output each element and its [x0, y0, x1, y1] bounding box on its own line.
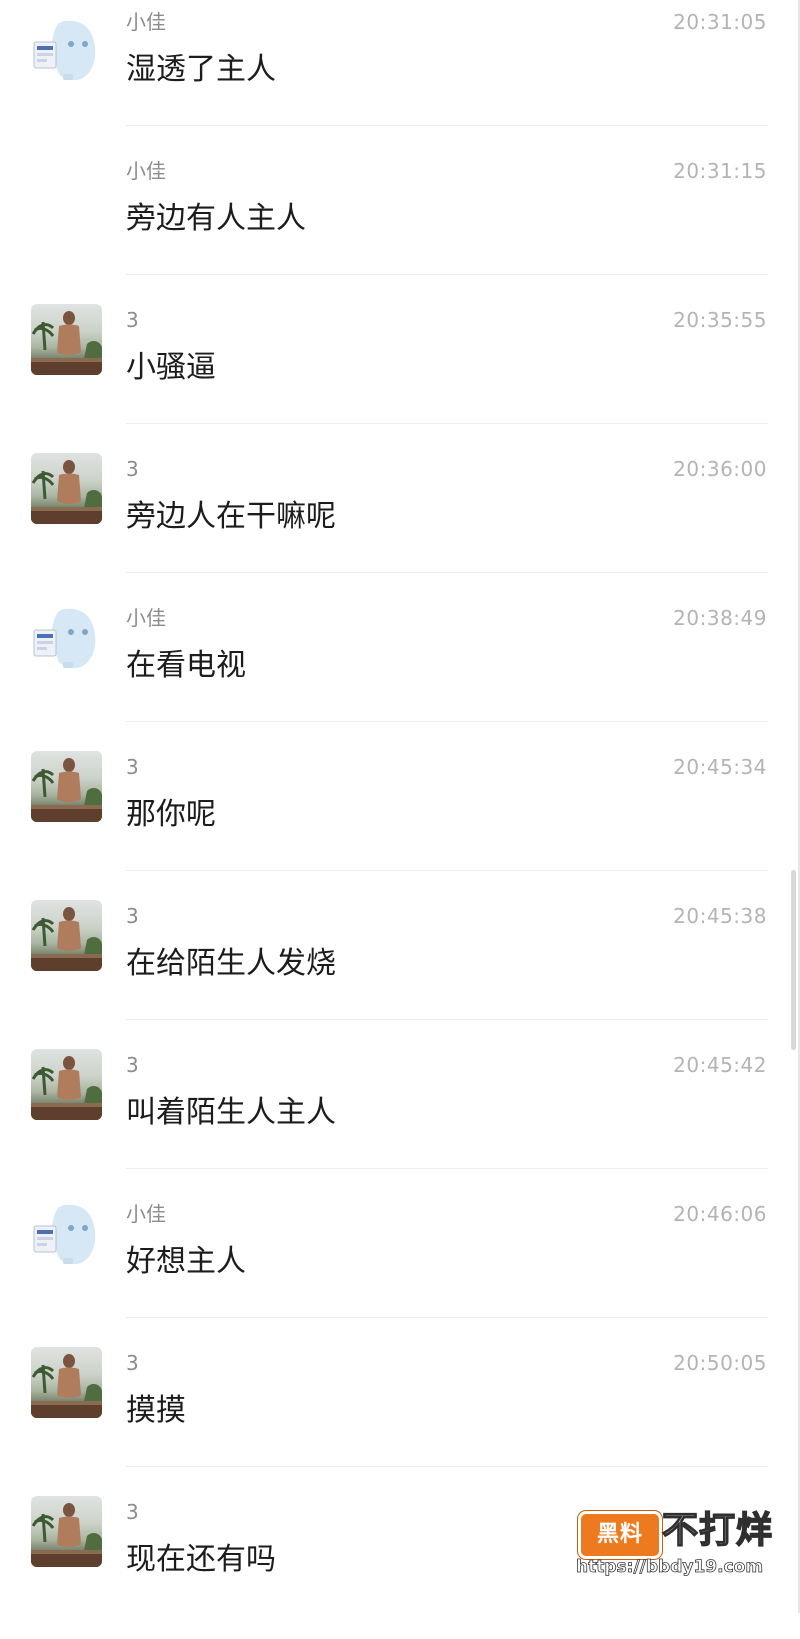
message-text[interactable]: 旁边有人主人 [126, 201, 306, 237]
message-text[interactable]: 旁边人在干嘛呢 [126, 499, 336, 535]
sender-name: 3 [126, 1351, 139, 1375]
sender-avatar[interactable] [31, 602, 102, 673]
divider [126, 1317, 768, 1318]
sender-name: 3 [126, 755, 139, 779]
sender-avatar[interactable] [31, 1347, 102, 1418]
message-timestamp: 20:45:38 [673, 904, 767, 928]
sender-name: 3 [126, 1500, 139, 1524]
message-timestamp: 20:31:05 [673, 10, 767, 34]
message-item[interactable]: 3 20:45:42 叫着陌生人主人 [0, 1043, 798, 1192]
message-timestamp: 20:45:42 [673, 1053, 767, 1077]
sender-avatar[interactable] [31, 1049, 102, 1120]
sender-avatar[interactable] [31, 751, 102, 822]
message-item[interactable]: 小佳 20:46:06 好想主人 [0, 1192, 798, 1341]
divider [126, 423, 768, 424]
message-timestamp: 20:45:34 [673, 755, 767, 779]
message-text[interactable]: 摸摸 [126, 1393, 186, 1429]
sender-name: 小佳 [126, 606, 166, 630]
sender-avatar[interactable] [31, 900, 102, 971]
chat-history-list[interactable]: 小佳 20:31:05 湿透了主人 小佳 20:31:15 旁边有人主人 3 2… [0, 0, 798, 1613]
message-text[interactable]: 叫着陌生人主人 [126, 1095, 336, 1131]
sender-avatar[interactable] [31, 304, 102, 375]
message-item[interactable]: 3 20:36:00 旁边人在干嘛呢 [0, 447, 798, 596]
divider [126, 1168, 768, 1169]
message-item[interactable]: 小佳 20:38:49 在看电视 [0, 596, 798, 745]
message-text[interactable]: 湿透了主人 [126, 52, 276, 88]
sender-avatar[interactable] [31, 1496, 102, 1567]
divider [126, 1466, 768, 1467]
divider [126, 125, 768, 126]
divider [126, 721, 768, 722]
message-text[interactable]: 在看电视 [126, 648, 246, 684]
sender-avatar[interactable] [31, 14, 102, 85]
sender-name: 小佳 [126, 10, 166, 34]
watermark-url: https://bbdy19.com [576, 1557, 764, 1578]
scrollbar-thumb[interactable] [791, 870, 796, 1050]
divider [126, 572, 768, 573]
sender-avatar[interactable] [31, 453, 102, 524]
message-item[interactable]: 小佳 20:31:05 湿透了主人 [0, 0, 798, 149]
sender-name: 小佳 [126, 1202, 166, 1226]
watermark-title: 不打烊 [661, 1509, 774, 1552]
message-timestamp: 20:46:06 [673, 1202, 767, 1226]
message-text[interactable]: 那你呢 [126, 797, 216, 833]
message-text[interactable]: 小骚逼 [126, 350, 216, 386]
message-timestamp: 20:35:55 [673, 308, 767, 332]
message-timestamp: 20:31:15 [673, 159, 767, 183]
message-text[interactable]: 在给陌生人发烧 [126, 946, 336, 982]
sender-avatar[interactable] [31, 1198, 102, 1269]
message-item[interactable]: 3 20:45:34 那你呢 [0, 745, 798, 894]
sender-name: 3 [126, 308, 139, 332]
message-item[interactable]: 3 20:35:55 小骚逼 [0, 298, 798, 447]
message-timestamp: 20:50:05 [673, 1351, 767, 1375]
watermark: 黑料 不打烊 https://bbdy19.com [572, 1505, 782, 1581]
message-item[interactable]: 3 20:50:05 摸摸 [0, 1341, 798, 1490]
divider [126, 870, 768, 871]
message-text[interactable]: 好想主人 [126, 1244, 246, 1280]
sender-name: 3 [126, 1053, 139, 1077]
watermark-badge: 黑料 [578, 1511, 662, 1559]
message-text[interactable]: 现在还有吗 [126, 1542, 276, 1578]
divider [126, 1019, 768, 1020]
message-timestamp: 20:36:00 [673, 457, 767, 481]
divider [126, 274, 768, 275]
message-item[interactable]: 3 20:45:38 在给陌生人发烧 [0, 894, 798, 1043]
message-item[interactable]: 小佳 20:31:15 旁边有人主人 [0, 149, 798, 298]
sender-name: 小佳 [126, 159, 166, 183]
sender-name: 3 [126, 457, 139, 481]
message-timestamp: 20:38:49 [673, 606, 767, 630]
sender-name: 3 [126, 904, 139, 928]
